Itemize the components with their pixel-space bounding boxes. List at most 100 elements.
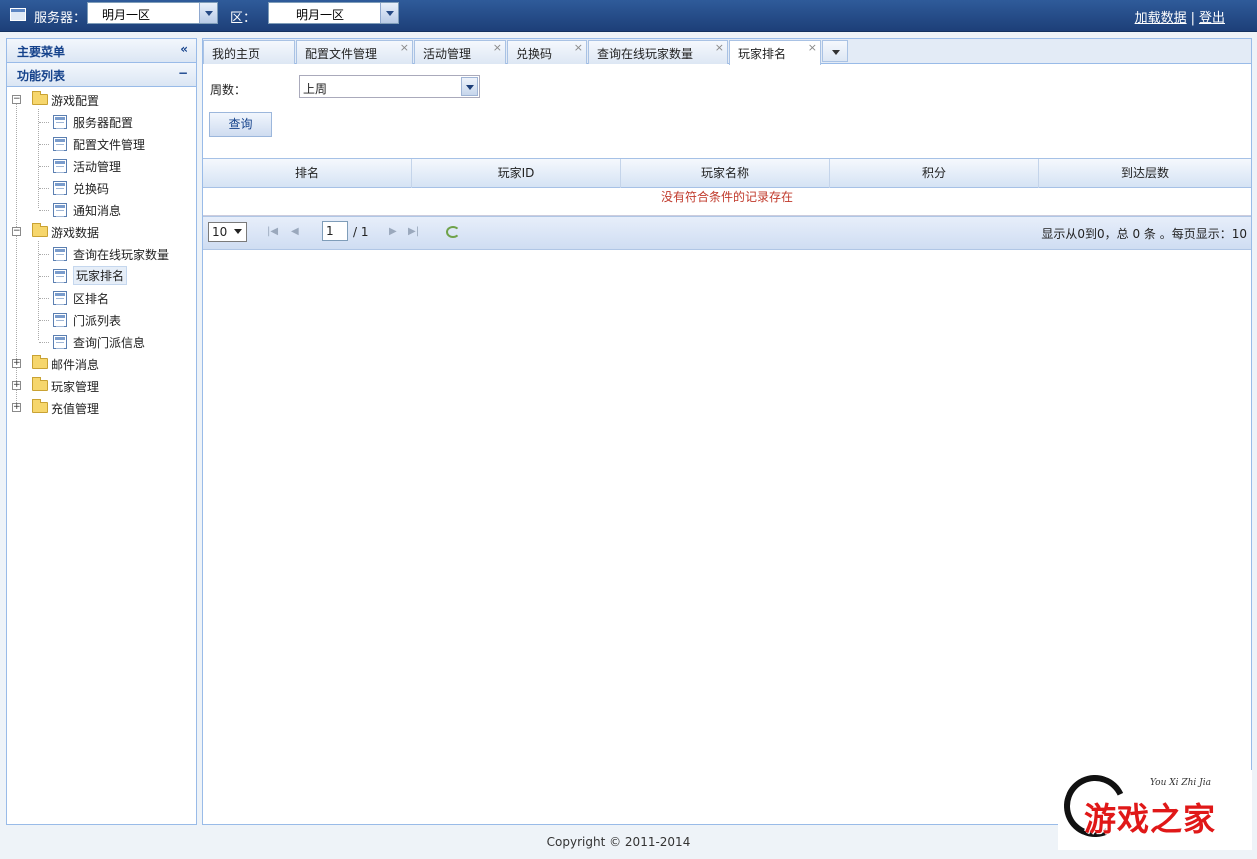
tree-item-sect-list[interactable]: 门派列表 — [7, 309, 196, 331]
table-icon — [53, 313, 67, 327]
collapse-icon[interactable]: « — [180, 42, 188, 56]
site-watermark-logo: You Xi Zhi Jia 游戏之家 — [1055, 766, 1252, 850]
zone-select-value: 明月一区 — [296, 8, 345, 22]
tab-label: 活动管理 — [423, 47, 472, 61]
collapse-tree-icon[interactable]: − — [12, 227, 21, 236]
tree-item-label[interactable]: 查询门派信息 — [73, 334, 145, 351]
tree-item-label[interactable]: 配置文件管理 — [73, 136, 145, 153]
tab-online-count[interactable]: 查询在线玩家数量 × — [588, 40, 728, 64]
table-icon — [53, 335, 67, 349]
chevron-down-icon[interactable] — [380, 3, 398, 23]
server-select[interactable]: 明月一区 — [87, 2, 218, 24]
refresh-icon[interactable] — [446, 226, 460, 238]
page-number-input[interactable]: 1 — [322, 221, 348, 241]
window-icon — [10, 8, 26, 21]
last-page-icon[interactable]: ▶| — [408, 226, 420, 238]
folder-icon — [32, 91, 48, 105]
tab-menu-dropdown[interactable] — [822, 40, 848, 62]
tab-redeem[interactable]: 兑换码 × — [507, 40, 587, 64]
server-select-value: 明月一区 — [102, 8, 151, 22]
week-select[interactable]: 上周 — [299, 75, 480, 98]
tree-item-label[interactable]: 兑换码 — [73, 180, 109, 197]
tab-activity[interactable]: 活动管理 × — [414, 40, 506, 64]
table-icon — [53, 159, 67, 173]
tree-item-player-rank[interactable]: 玩家排名 — [7, 265, 196, 287]
tree-item-label[interactable]: 通知消息 — [73, 202, 121, 219]
expand-tree-icon[interactable]: + — [12, 359, 21, 368]
close-icon[interactable]: × — [400, 41, 409, 54]
page-size-value: 10 — [212, 225, 228, 239]
grid-header: 排名 玩家ID 玩家名称 积分 到达层数 — [203, 158, 1251, 188]
tree-item-label[interactable]: 服务器配置 — [73, 114, 133, 131]
tab-config-file[interactable]: 配置文件管理 × — [296, 40, 413, 64]
tree-item-sect-info[interactable]: 查询门派信息 — [7, 331, 196, 353]
folder-icon — [32, 377, 48, 391]
logout-link[interactable]: 登出 — [1199, 11, 1225, 26]
tree-group-label: 充值管理 — [51, 402, 100, 416]
column-header-floor[interactable]: 到达层数 — [1039, 159, 1251, 188]
next-page-icon[interactable]: ▶ — [389, 226, 401, 238]
tree-item-label[interactable]: 门派列表 — [73, 312, 121, 329]
tree-group-label: 游戏数据 — [51, 226, 100, 240]
tab-label: 兑换码 — [516, 47, 553, 61]
first-page-icon[interactable]: |◀ — [267, 226, 279, 238]
tree-item-activity[interactable]: 活动管理 — [7, 155, 196, 177]
page-total: / 1 — [353, 225, 369, 239]
tab-label: 查询在线玩家数量 — [597, 47, 694, 61]
tree-item-zone-rank[interactable]: 区排名 — [7, 287, 196, 309]
tree-group-game-config[interactable]: − 游戏配置 — [7, 89, 196, 111]
tree-group-label: 邮件消息 — [51, 358, 100, 372]
server-label: 服务器： — [34, 11, 87, 26]
top-links: 加载数据 | 登出 — [1135, 7, 1225, 26]
tree-group-recharge[interactable]: + 充值管理 — [7, 397, 196, 419]
tab-home[interactable]: 我的主页 — [203, 40, 295, 64]
table-icon — [53, 137, 67, 151]
zone-select[interactable]: 明月一区 — [268, 2, 399, 24]
ranking-grid: 排名 玩家ID 玩家名称 积分 到达层数 没有符合条件的记录存在 10 |◀ ◀… — [203, 158, 1251, 250]
table-icon — [53, 247, 67, 261]
column-header-player-id[interactable]: 玩家ID — [412, 159, 621, 188]
close-icon[interactable]: × — [808, 41, 817, 54]
table-icon — [53, 115, 67, 129]
collapse-tree-icon[interactable]: − — [12, 95, 21, 104]
tree-item-online-count[interactable]: 查询在线玩家数量 — [7, 243, 196, 265]
tab-player-rank[interactable]: 玩家排名 × — [729, 40, 821, 65]
column-header-rank[interactable]: 排名 — [203, 159, 412, 188]
tab-label: 我的主页 — [212, 47, 261, 61]
minimize-icon[interactable]: − — [178, 66, 188, 80]
query-button[interactable]: 查询 — [209, 112, 272, 137]
tree-item-label[interactable]: 活动管理 — [73, 158, 121, 175]
load-data-link[interactable]: 加载数据 — [1135, 11, 1187, 26]
close-icon[interactable]: × — [493, 41, 502, 54]
page-size-select[interactable]: 10 — [208, 222, 247, 242]
close-icon[interactable]: × — [715, 41, 724, 54]
tree-item-server-config[interactable]: 服务器配置 — [7, 111, 196, 133]
tree-group-mail[interactable]: + 邮件消息 — [7, 353, 196, 375]
tree-group-label: 游戏配置 — [51, 94, 100, 108]
tree-item-label-selected[interactable]: 玩家排名 — [73, 266, 128, 285]
expand-tree-icon[interactable]: + — [12, 403, 21, 412]
column-header-player-name[interactable]: 玩家名称 — [621, 159, 830, 188]
function-tree: − 游戏配置 服务器配置 配置文件管理 活动管理 兑换码 通知消息 − 游戏数据… — [7, 87, 196, 419]
expand-tree-icon[interactable]: + — [12, 381, 21, 390]
zone-label: 区： — [230, 11, 257, 26]
prev-page-icon[interactable]: ◀ — [291, 226, 303, 238]
tree-group-player-mgmt[interactable]: + 玩家管理 — [7, 375, 196, 397]
tree-item-label[interactable]: 查询在线玩家数量 — [73, 246, 169, 263]
table-icon — [53, 203, 67, 217]
chevron-down-icon[interactable] — [199, 3, 217, 23]
tree-item-label[interactable]: 区排名 — [73, 290, 109, 307]
sidebar: 主要菜单 « 功能列表 − − 游戏配置 服务器配置 配置文件管理 活动管理 兑… — [6, 38, 197, 825]
tree-item-notice[interactable]: 通知消息 — [7, 199, 196, 221]
column-header-score[interactable]: 积分 — [830, 159, 1039, 188]
tree-item-config-file[interactable]: 配置文件管理 — [7, 133, 196, 155]
watermark-pinyin: You Xi Zhi Jia — [1150, 778, 1212, 788]
tree-item-redeem-code[interactable]: 兑换码 — [7, 177, 196, 199]
week-select-value: 上周 — [303, 82, 328, 96]
page-info: 显示从0到0，总 0 条 。每页显示：10 — [1041, 227, 1247, 241]
folder-icon — [32, 223, 48, 237]
close-icon[interactable]: × — [574, 41, 583, 54]
chevron-down-icon[interactable] — [461, 77, 478, 96]
folder-icon — [32, 399, 48, 413]
tree-group-game-data[interactable]: − 游戏数据 — [7, 221, 196, 243]
